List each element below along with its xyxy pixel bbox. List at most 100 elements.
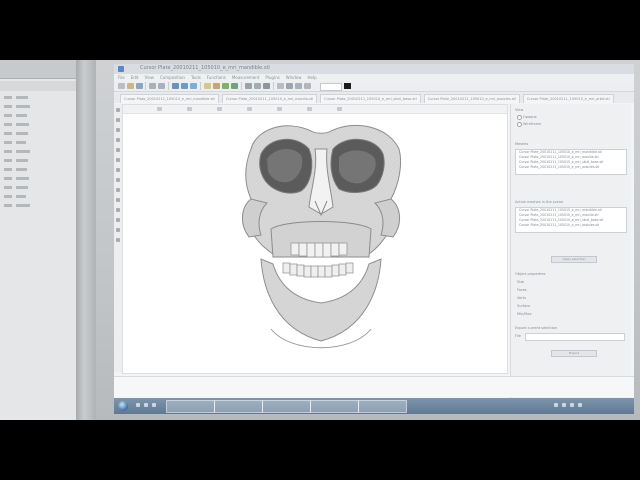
view-bottom-icon[interactable] [307,107,312,111]
mandible-view-icon[interactable] [222,83,229,89]
redo-icon[interactable] [158,83,165,89]
menu-tools[interactable]: Tools [191,74,201,81]
menu-help[interactable]: Help [307,74,316,81]
network-icon[interactable] [554,403,558,407]
toolbar-divider [241,82,242,90]
crosshair-icon[interactable] [277,83,284,89]
settings-icon[interactable] [304,83,311,89]
taskbar-app-5[interactable] [358,400,407,413]
list-item [4,111,76,119]
list-item[interactable]: Cursor Plate_20010211_105010_e_mri_ossic… [516,165,626,170]
view-front-icon[interactable] [157,107,162,111]
tool-angle-icon[interactable] [116,158,120,162]
camera-icon[interactable] [295,83,302,89]
notification-icon[interactable] [570,403,574,407]
tab-file-4[interactable]: Cursor Plate_20010211_105010_e_mri_ossic… [423,94,520,103]
open-folder-icon[interactable] [127,83,134,89]
prop-surface: Surface [517,304,531,308]
new-file-icon[interactable] [118,83,125,89]
export-path-input[interactable] [525,333,625,341]
maxilla-view-icon[interactable] [213,83,220,89]
tool-landmark-icon[interactable] [116,168,120,172]
menu-file[interactable]: File [118,74,125,81]
app-icon [118,66,124,72]
taskbar-app-1[interactable] [166,400,215,413]
tab-file-3[interactable]: Cursor Plate_20010211_105010_e_mri_skull… [320,94,421,103]
taskbar-app-3[interactable] [262,400,311,413]
tool-measure-icon[interactable] [116,148,120,152]
mesh-list[interactable]: Cursor Plate_20010211_105010_e_mri_mandi… [515,149,627,175]
skull-mesh-model[interactable] [231,119,411,369]
tab-file-2[interactable]: Cursor Plate_20010211_105010_e_mri_maxil… [221,94,318,103]
color-swatch[interactable] [344,83,351,89]
tool-smooth-icon[interactable] [116,218,120,222]
tool-export-icon[interactable] [116,238,120,242]
rotate-icon[interactable] [172,83,179,89]
tool-rotate-icon[interactable] [116,128,120,132]
skull-view-icon[interactable] [204,83,211,89]
list-item [4,183,76,191]
view-left-icon[interactable] [217,107,222,111]
view-reset-icon[interactable] [337,107,342,111]
cut-plane-icon[interactable] [254,83,261,89]
list-item [4,165,76,173]
opaque-radio-label: Opaque [523,115,537,119]
menu-window[interactable]: Window [286,74,302,81]
view-right-icon[interactable] [247,107,252,111]
explorer-icon[interactable] [136,403,140,407]
wireframe-radio[interactable] [517,122,522,127]
active-mesh-list[interactable]: Cursor Plate_20010211_105010_e_mri_mandi… [515,207,627,233]
tab-file-1[interactable]: Cursor Plate_20010211_105010_e_mri_mandi… [120,94,219,103]
secondary-monitor [0,60,96,420]
lighting-icon[interactable] [286,83,293,89]
teeth-view-icon[interactable] [231,83,238,89]
tool-cut-icon[interactable] [116,178,120,182]
tool-erase-icon[interactable] [116,208,120,212]
list-item [4,120,76,128]
opaque-radio[interactable] [517,115,522,120]
tool-paint-icon[interactable] [116,198,120,202]
list-item [4,129,76,137]
volume-icon[interactable] [562,403,566,407]
export-button[interactable]: Export [551,350,597,357]
toolbar-divider [168,82,169,90]
menu-functions[interactable]: Functions [207,74,226,81]
secondary-monitor-bezel [76,60,96,420]
clock-icon[interactable] [578,403,582,407]
active-meshes-label: Active meshes in the scene [515,200,564,204]
tool-select-icon[interactable] [116,108,120,112]
list-item [4,147,76,155]
menu-edit[interactable]: Edit [131,74,139,81]
pan-icon[interactable] [181,83,188,89]
upper-teeth [290,242,348,258]
main-monitor-screen: Cursor Plate_20010211_105010_e_mri_mandi… [114,64,634,414]
menu-composition[interactable]: Composition [160,74,185,81]
media-icon[interactable] [152,403,156,407]
menu-view[interactable]: View [144,74,154,81]
tab-file-5[interactable]: Cursor Plate_20010211_105010_e_mri_orbit… [522,94,614,103]
main-toolbar [114,81,634,92]
toolbar-value-field[interactable] [320,83,342,91]
save-icon[interactable] [136,83,143,89]
list-item[interactable]: Cursor Plate_20010211_105010_e_mri_ossic… [516,223,626,228]
taskbar-app-4[interactable] [310,400,359,413]
tool-zoom-icon[interactable] [116,138,120,142]
tool-mirror-icon[interactable] [116,188,120,192]
start-button-icon[interactable] [118,401,128,411]
window-titlebar: Cursor Plate_20010211_105010_e_mri_mandi… [114,64,634,74]
measure-icon[interactable] [245,83,252,89]
view-back-icon[interactable] [187,107,192,111]
taskbar-app-2[interactable] [214,400,263,413]
view-top-icon[interactable] [277,107,282,111]
menu-measurement[interactable]: Measurement [232,74,259,81]
tool-move-icon[interactable] [116,118,120,122]
apply-selection-button[interactable]: Apply selection [551,256,597,263]
select-icon[interactable] [263,83,270,89]
undo-icon[interactable] [149,83,156,89]
zoom-icon[interactable] [190,83,197,89]
tool-fill-icon[interactable] [116,228,120,232]
browser-icon[interactable] [144,403,148,407]
3d-viewport[interactable] [122,104,508,374]
menu-plugins[interactable]: Plugins [265,74,279,81]
list-item [4,174,76,182]
